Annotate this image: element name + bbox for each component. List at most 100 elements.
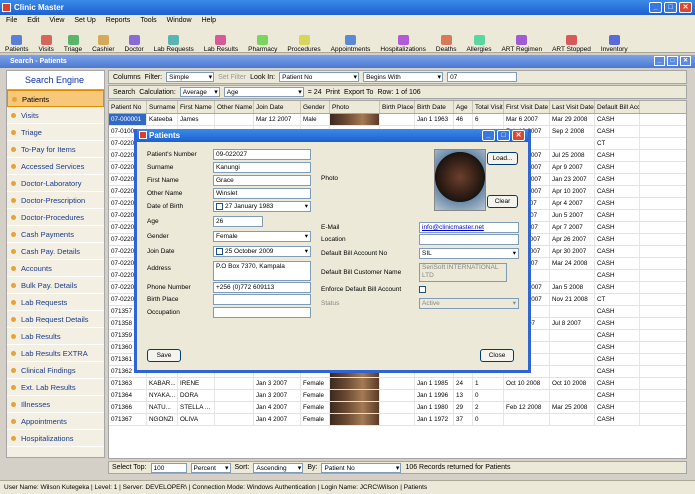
percent-select[interactable]: Percent [190,462,231,473]
export-button[interactable]: Export To [344,89,373,96]
column-header[interactable]: Join Date [254,101,301,113]
toolbar-cashier-button[interactable]: Cashier [87,27,119,53]
toolbar-patients-button[interactable]: Patients [0,27,34,53]
menu-help[interactable]: Help [202,15,216,27]
column-header[interactable]: Gender [301,101,330,113]
menu-tools[interactable]: Tools [140,15,156,27]
dialog-maximize-icon[interactable]: □ [497,130,510,141]
sidebar-item-bulk-pay-details[interactable]: Bulk Pay. Details [7,277,104,294]
column-header[interactable]: First Name [178,101,215,113]
close-button[interactable]: Close [480,349,514,362]
menu-edit[interactable]: Edit [27,15,39,27]
sidebar-item-lab-results[interactable]: Lab Results [7,328,104,345]
sidebar-item-lab-requests[interactable]: Lab Requests [7,294,104,311]
sidebar-item-to-pay-for-items[interactable]: To-Pay for Items [7,141,104,158]
sort-by-select[interactable]: Patient No [321,462,402,473]
column-header[interactable]: Surname [147,101,178,113]
email-field[interactable]: info@clinicmaster.net [419,222,519,233]
bill-account-select[interactable]: SIL [419,248,519,259]
toolbar-appointments-button[interactable]: Appointments [326,27,376,53]
minimize-icon[interactable]: _ [649,2,662,13]
column-header[interactable]: Photo [330,101,380,113]
enforce-bill-checkbox[interactable] [419,286,426,293]
column-header[interactable]: Birth Place [380,101,415,113]
sort-select[interactable]: Ascending [253,462,304,473]
toolbar-art-stopped-button[interactable]: ART Stopped [547,27,596,53]
toolbar-doctor-button[interactable]: Doctor [120,27,149,53]
toolbar-triage-button[interactable]: Triage [59,27,87,53]
address-field[interactable]: P.O Box 7370, Kampala [213,261,311,281]
dob-checkbox[interactable] [216,202,223,210]
occupation-field[interactable] [213,307,311,318]
toolbar-procedures-button[interactable]: Procedures [282,27,325,53]
sidebar-item-lab-results-extra[interactable]: Lab Results EXTRA [7,345,104,362]
sidebar-item-ext-lab-results[interactable]: Ext. Lab Results [7,379,104,396]
toolbar-inventory-button[interactable]: Inventory [596,27,633,53]
sidebar-item-visits[interactable]: Visits [7,107,104,124]
join-date-picker[interactable]: 25 October 2009 [213,246,311,257]
column-header[interactable]: Other Name [215,101,254,113]
search-button[interactable]: Search [113,89,135,96]
age-field[interactable]: 26 [213,216,263,227]
column-header[interactable]: Birth Date [415,101,454,113]
surname-field[interactable]: Kanungi [213,162,311,173]
save-button[interactable]: Save [147,349,181,362]
patients-number-field[interactable]: 09-022027 [213,149,311,160]
menu-view[interactable]: View [49,15,64,27]
column-header[interactable]: First Visit Date [504,101,550,113]
sidebar-item-hospitalizations[interactable]: Hospitalizations [7,430,104,447]
phone-field[interactable]: +256 (0)772 609113 [213,282,311,293]
toolbar-allergies-button[interactable]: Allergies [462,27,497,53]
birth-place-field[interactable] [213,294,311,305]
clear-photo-button[interactable]: Clear [487,195,518,208]
toolbar-hospitalizations-button[interactable]: Hospitalizations [375,27,431,53]
sidebar-item-accessed-services[interactable]: Accessed Services [7,158,104,175]
child-restore-icon[interactable]: □ [667,56,678,66]
sidebar-item-doctor-laboratory[interactable]: Doctor-Laboratory [7,175,104,192]
set-filter-button[interactable]: Set Filter [218,74,246,81]
columns-button[interactable]: Columns [113,74,141,81]
toolbar-visits-button[interactable]: Visits [34,27,59,53]
sidebar-item-accounts[interactable]: Accounts [7,260,104,277]
child-minimize-icon[interactable]: _ [654,56,665,66]
toolbar-deaths-button[interactable]: Deaths [431,27,462,53]
table-row[interactable]: 071363 KABAR... IRENE Jan 3 2007 Female Jan 1… [109,378,686,390]
maximize-icon[interactable]: □ [664,2,677,13]
select-top-input[interactable]: 100 [150,462,187,473]
menu-file[interactable]: File [6,15,17,27]
sidebar-item-lab-request-details[interactable]: Lab Request Details [7,311,104,328]
sidebar-item-cash-payments[interactable]: Cash Payments [7,226,104,243]
toolbar-pharmacy-button[interactable]: Pharmacy [243,27,282,53]
match-select[interactable]: Begins With [363,72,444,82]
sidebar-item-patients[interactable]: Patients [7,90,104,107]
sidebar-item-illnesses[interactable]: Illnesses [7,396,104,413]
location-field[interactable] [419,234,519,245]
dob-picker[interactable]: 27 January 1983 [213,201,311,212]
table-row[interactable]: 071364 NYAKA... DORA Jan 3 2007 Female Jan 1 … [109,390,686,402]
column-header[interactable]: Age [454,101,473,113]
sidebar-item-doctor-procedures[interactable]: Doctor-Procedures [7,209,104,226]
menu-window[interactable]: Window [167,15,192,27]
menu-setup[interactable]: Set Up [74,15,95,27]
gender-select[interactable]: Female [213,231,311,242]
dialog-minimize-icon[interactable]: _ [482,130,495,141]
toolbar-lab-requests-button[interactable]: Lab Requests [149,27,199,53]
look-in-select[interactable]: Patient No [279,72,360,82]
first-name-field[interactable]: Grace [213,175,311,186]
dialog-close-icon[interactable]: ✕ [512,130,525,141]
toolbar-art-regimen-button[interactable]: ART Regimen [496,27,547,53]
column-header[interactable]: Patient No [109,101,147,113]
sidebar-item-doctor-prescription[interactable]: Doctor-Prescription [7,192,104,209]
load-photo-button[interactable]: Load... [487,152,518,165]
table-row[interactable]: 071366 NATU... STELLA ... Jan 4 2007 Female J… [109,402,686,414]
print-button[interactable]: Print [326,89,340,96]
other-name-field[interactable]: Winslet [213,188,311,199]
calculation-select[interactable]: Average [179,87,220,97]
filter-select[interactable]: Simple [166,72,215,82]
table-row[interactable]: 07-000001 Kateeba James Mar 12 2007 Male Jan … [109,114,686,126]
close-icon[interactable]: ✕ [679,2,692,13]
column-header[interactable]: Default Bill Account [595,101,640,113]
table-row[interactable]: 071367 NGONZI OLIVA Jan 4 2007 Female Jan 1 1… [109,414,686,426]
column-header[interactable]: Total Visits [473,101,504,113]
sidebar-item-triage[interactable]: Triage [7,124,104,141]
